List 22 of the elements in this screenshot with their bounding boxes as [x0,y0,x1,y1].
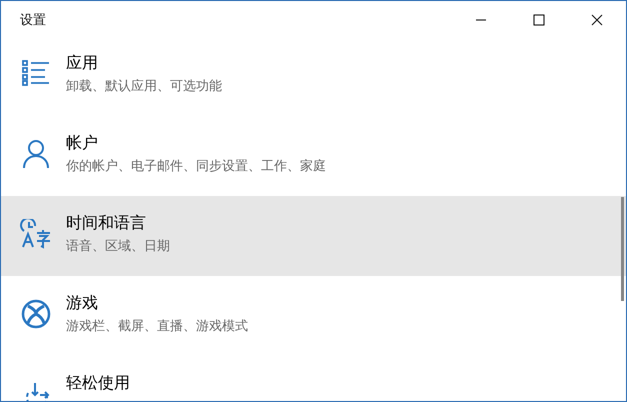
settings-category[interactable]: 应用 卸载、默认应用、可选功能 [1,36,626,116]
settings-category[interactable]: 时间和语言 语音、区域、日期 [1,196,626,276]
settings-category[interactable]: 帐户 你的帐户、电子邮件、同步设置、工作、家庭 [1,116,626,196]
category-title: 帐户 [66,133,99,154]
category-title: 时间和语言 [66,213,147,234]
clock-letter-icon [20,219,52,249]
category-description: 你的帐户、电子邮件、同步设置、工作、家庭 [66,158,326,175]
category-title: 游戏 [66,293,99,314]
settings-category[interactable]: 轻松使用 [1,356,626,401]
game-logo-icon [21,299,51,329]
category-title: 应用 [66,53,99,74]
person-icon [22,139,50,169]
scrollbar-thumb[interactable] [621,197,624,301]
settings-category[interactable]: 游戏 游戏栏、截屏、直播、游戏模式 [1,276,626,356]
close-icon [591,14,603,26]
window-title: 设置 [19,12,46,29]
category-description: 语音、区域、日期 [66,238,170,255]
list-icon [21,59,51,87]
category-description: 卸载、默认应用、可选功能 [66,78,222,95]
maximize-icon [533,14,545,26]
category-description: 游戏栏、截屏、直播、游戏模式 [66,318,248,335]
category-title: 轻松使用 [66,373,130,394]
